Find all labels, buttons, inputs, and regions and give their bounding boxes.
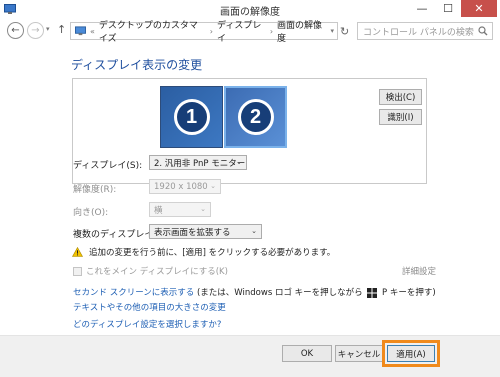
main-display-checkbox (73, 266, 82, 276)
monitor-1[interactable]: 1 (160, 86, 223, 148)
apply-button[interactable]: 適用(A) (382, 340, 440, 367)
search-input[interactable]: コントロール パネルの検索 (357, 22, 493, 40)
address-toolbar: ← → ▾ ↑ « デスクトップのカスタマイズ › ディスプレイ › 画面の解像… (0, 19, 500, 44)
main-display-label: これをメイン ディスプレイにする(K) (86, 267, 228, 277)
orientation-select: 横 ⌄ (149, 202, 211, 217)
apply-warning: 追加の変更を行う前に、[適用] をクリックする必要があります。 (72, 246, 335, 258)
chevron-down-icon: ⌄ (251, 227, 257, 235)
orientation-select-value: 横 (154, 205, 163, 216)
monitor-2[interactable]: 2 (224, 86, 287, 148)
display-select-value: 2. 汎用非 PnP モニター (154, 158, 246, 169)
multiple-displays-select[interactable]: 表示画面を拡張する ⌄ (149, 224, 262, 239)
breadcrumb-display[interactable]: ディスプレイ (217, 18, 266, 44)
windows-logo-icon (367, 287, 378, 298)
breadcrumb-customize[interactable]: デスクトップのカスタマイズ (99, 18, 206, 44)
resolution-label: 解像度(R): (73, 185, 117, 195)
warning-icon (72, 247, 83, 257)
breadcrumb-resolution[interactable]: 画面の解像度 (277, 18, 326, 44)
address-box[interactable]: « デスクトップのカスタマイズ › ディスプレイ › 画面の解像度 ▾ (70, 21, 338, 44)
main-content: ディスプレイ表示の変更 1 2 検出(C) 識別(I) ディスプレイ(S): 2… (0, 43, 500, 335)
breadcrumb-separator[interactable]: › (270, 27, 273, 36)
maximize-button[interactable]: ☐ (435, 0, 461, 17)
second-screen-link[interactable]: セカンド スクリーンに表示する (73, 288, 194, 298)
text-size-link[interactable]: テキストやその他の項目の大きさの変更 (73, 301, 226, 313)
page-title: ディスプレイ表示の変更 (71, 58, 203, 72)
display-label: ディスプレイ(S): (73, 161, 143, 171)
ok-button[interactable]: OK (282, 345, 332, 362)
dialog-footer: OK キャンセル 適用(A) (0, 335, 500, 377)
recent-pages-dropdown[interactable]: ▾ (46, 25, 50, 33)
second-screen-note-end: P キーを押す) (379, 288, 436, 298)
chevron-down-icon: ⌄ (236, 158, 242, 166)
breadcrumb-overflow[interactable]: « (90, 27, 95, 36)
resolution-select: 1920 x 1080 ⌄ (149, 179, 221, 194)
monitor-number: 1 (173, 99, 210, 135)
chevron-down-icon: ⌄ (210, 182, 216, 190)
warning-text: 追加の変更を行う前に、[適用] をクリックする必要があります。 (89, 248, 336, 258)
second-screen-note: (または、Windows ロゴ キーを押しながら (194, 288, 366, 298)
refresh-icon[interactable]: ↻ (340, 25, 349, 38)
second-screen-row: セカンド スクリーンに表示する (または、Windows ロゴ キーを押しながら… (73, 286, 436, 298)
search-placeholder: コントロール パネルの検索 (363, 27, 474, 38)
detect-button[interactable]: 検出(C) (379, 89, 422, 105)
orientation-label: 向き(O): (73, 208, 109, 218)
resolution-select-value: 1920 x 1080 (154, 181, 208, 192)
search-icon[interactable] (478, 26, 488, 36)
chevron-down-icon: ⌄ (200, 205, 206, 213)
monitor-number: 2 (237, 99, 274, 135)
display-select[interactable]: 2. 汎用非 PnP モニター ⌄ (149, 155, 247, 170)
main-display-option: これをメイン ディスプレイにする(K) (73, 265, 228, 277)
which-display-link[interactable]: どのディスプレイ設定を選択しますか? (73, 318, 221, 330)
identify-button[interactable]: 識別(I) (379, 109, 422, 125)
cancel-button[interactable]: キャンセル (335, 345, 383, 362)
close-button[interactable]: ✕ (461, 0, 497, 17)
minimize-button[interactable]: — (409, 0, 435, 17)
back-button[interactable]: ← (7, 22, 24, 39)
chevron-down-icon[interactable]: ▾ (330, 27, 334, 35)
multiple-displays-value: 表示画面を拡張する (154, 227, 231, 238)
control-panel-icon (75, 26, 86, 36)
forward-button[interactable]: → (27, 22, 44, 39)
title-bar: 画面の解像度 — ☐ ✕ (0, 0, 500, 19)
up-button[interactable]: ↑ (57, 23, 66, 36)
advanced-settings-link[interactable]: 詳細設定 (402, 265, 436, 277)
breadcrumb-separator[interactable]: › (210, 27, 213, 36)
